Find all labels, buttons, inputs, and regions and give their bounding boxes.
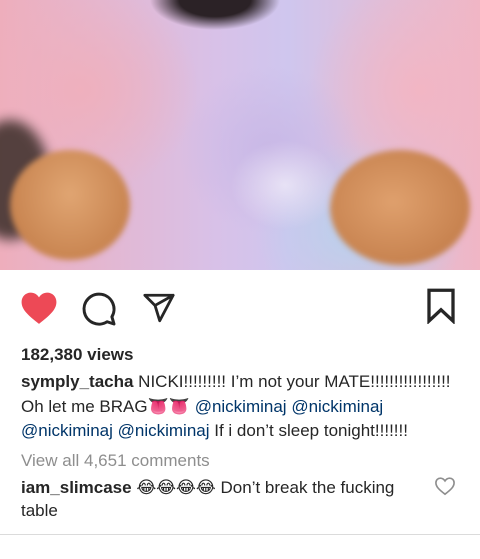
bottom-nav-bar — [0, 534, 480, 559]
like-button[interactable] — [20, 290, 58, 326]
comment-text: Don’t break the fucking — [215, 478, 395, 497]
paper-plane-icon — [143, 293, 175, 323]
caption-line-1: symply_tacha NICKI!!!!!!!!! I’m not your… — [21, 370, 451, 394]
tongue-emoji: 👅👅 — [147, 397, 190, 416]
mention-link[interactable]: @nickiminaj — [21, 421, 113, 440]
caption-line-2: Oh let me BRAG👅👅 @nickiminaj @nickiminaj — [21, 395, 383, 419]
caption-text: NICKI!!!!!!!!! I’m not your MATE!!!!!!!!… — [133, 372, 451, 391]
caption-username[interactable]: symply_tacha — [21, 372, 133, 391]
mention-link[interactable]: @nickiminaj — [195, 397, 287, 416]
laughing-emoji: 😂😂😂😂 — [131, 478, 216, 497]
light-glare — [230, 140, 340, 230]
caption-text: Oh let me BRAG — [21, 397, 148, 416]
heart-filled-icon — [21, 292, 57, 324]
caption-text: If i don’t sleep tonight!!!!!!! — [209, 421, 408, 440]
comment-like-button[interactable] — [434, 476, 458, 498]
comment-bubble-icon — [82, 292, 116, 326]
right-hand-shape — [330, 150, 470, 265]
mention-link[interactable]: @nickiminaj — [291, 397, 383, 416]
comment-username[interactable]: iam_slimcase — [21, 478, 132, 497]
comment-text-continued: table — [21, 501, 58, 520]
heart-outline-icon — [435, 477, 455, 496]
action-bar — [0, 282, 480, 330]
view-all-comments-link[interactable]: View all 4,651 comments — [21, 449, 210, 473]
bookmark-icon — [427, 288, 455, 324]
mention-link[interactable]: @nickiminaj — [118, 421, 210, 440]
share-button[interactable] — [140, 290, 178, 326]
left-hand-shape — [10, 150, 130, 260]
view-count[interactable]: 182,380 views — [21, 343, 133, 367]
hair-shape — [150, 0, 280, 40]
save-button[interactable] — [422, 286, 460, 326]
comment-button[interactable] — [80, 290, 118, 328]
caption-line-3: @nickiminaj @nickiminaj If i don’t sleep… — [21, 419, 408, 443]
post-media[interactable] — [0, 0, 480, 270]
comment-item: iam_slimcase 😂😂😂😂 Don’t break the fuckin… — [21, 476, 394, 500]
